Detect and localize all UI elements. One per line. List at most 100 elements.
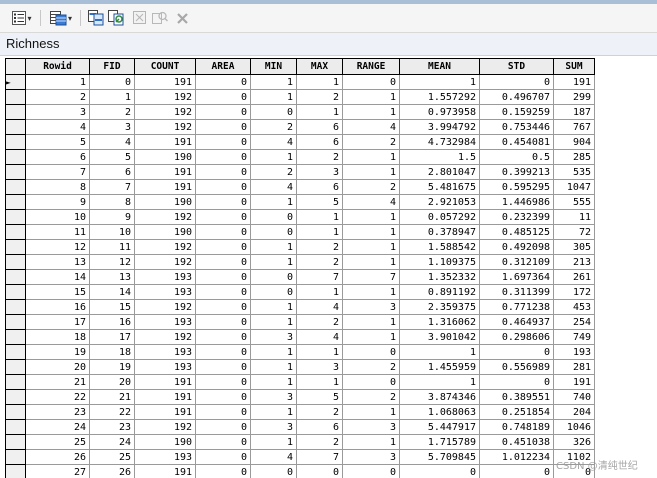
cell-sum[interactable]: 326 bbox=[553, 434, 595, 450]
cell-range[interactable]: 1 bbox=[342, 284, 400, 300]
cell-area[interactable]: 0 bbox=[195, 359, 251, 375]
cell-sum[interactable]: 213 bbox=[553, 254, 595, 270]
cell-rowid[interactable]: 9 bbox=[25, 194, 90, 210]
select-all-header[interactable] bbox=[5, 58, 26, 75]
cell-max[interactable]: 2 bbox=[296, 149, 343, 165]
cell-area[interactable]: 0 bbox=[195, 314, 251, 330]
table-row[interactable]: 5 4 191 0 4 6 2 4.732984 0.454081 904 bbox=[5, 134, 595, 150]
cell-max[interactable]: 4 bbox=[296, 329, 343, 345]
row-selector[interactable] bbox=[5, 374, 26, 390]
table-row[interactable]: 9 8 190 0 1 5 4 2.921053 1.446986 555 bbox=[5, 194, 595, 210]
attribute-table[interactable]: Rowid FID COUNT AREA MIN MAX RANGE MEAN STD SUM ►… bbox=[5, 58, 657, 478]
cell-fid[interactable]: 23 bbox=[89, 419, 135, 435]
row-selector[interactable] bbox=[5, 389, 26, 405]
cell-range[interactable]: 1 bbox=[342, 224, 400, 240]
row-selector[interactable] bbox=[5, 149, 26, 165]
cell-count[interactable]: 192 bbox=[134, 119, 196, 135]
cell-area[interactable]: 0 bbox=[195, 269, 251, 285]
cell-std[interactable]: 0.485125 bbox=[479, 224, 554, 240]
cell-max[interactable]: 3 bbox=[296, 164, 343, 180]
row-selector[interactable] bbox=[5, 239, 26, 255]
cell-min[interactable]: 3 bbox=[250, 419, 297, 435]
cell-std[interactable]: 0.159259 bbox=[479, 104, 554, 120]
cell-min[interactable]: 3 bbox=[250, 329, 297, 345]
cell-mean[interactable]: 1.715789 bbox=[399, 434, 480, 450]
cell-sum[interactable]: 453 bbox=[553, 299, 595, 315]
column-header-area[interactable]: AREA bbox=[195, 58, 251, 75]
cell-fid[interactable]: 11 bbox=[89, 239, 135, 255]
cell-min[interactable]: 0 bbox=[250, 209, 297, 225]
delete-selected-button[interactable] bbox=[174, 9, 190, 27]
cell-fid[interactable]: 25 bbox=[89, 449, 135, 465]
cell-mean[interactable]: 1.588542 bbox=[399, 239, 480, 255]
cell-std[interactable]: 0.771238 bbox=[479, 299, 554, 315]
cell-rowid[interactable]: 26 bbox=[25, 449, 90, 465]
cell-rowid[interactable]: 21 bbox=[25, 374, 90, 390]
cell-count[interactable]: 192 bbox=[134, 239, 196, 255]
table-row[interactable]: 6 5 190 0 1 2 1 1.5 0.5 285 bbox=[5, 149, 595, 165]
cell-range[interactable]: 0 bbox=[342, 464, 400, 478]
row-selector[interactable] bbox=[5, 194, 26, 210]
cell-fid[interactable]: 14 bbox=[89, 284, 135, 300]
cell-min[interactable]: 0 bbox=[250, 224, 297, 240]
cell-std[interactable]: 0.556989 bbox=[479, 359, 554, 375]
cell-fid[interactable]: 0 bbox=[89, 74, 135, 90]
table-row[interactable]: 21 20 191 0 1 1 0 1 0 191 bbox=[5, 374, 595, 390]
cell-mean[interactable]: 0.891192 bbox=[399, 284, 480, 300]
cell-count[interactable]: 190 bbox=[134, 149, 196, 165]
cell-sum[interactable]: 72 bbox=[553, 224, 595, 240]
cell-range[interactable]: 1 bbox=[342, 209, 400, 225]
cell-area[interactable]: 0 bbox=[195, 434, 251, 450]
cell-max[interactable]: 6 bbox=[296, 419, 343, 435]
cell-range[interactable]: 3 bbox=[342, 449, 400, 465]
cell-rowid[interactable]: 23 bbox=[25, 404, 90, 420]
table-row[interactable]: 27 26 191 0 0 0 0 0 0 0 bbox=[5, 464, 595, 478]
table-row[interactable]: 26 25 193 0 4 7 3 5.709845 1.012234 1102 bbox=[5, 449, 595, 465]
cell-count[interactable]: 192 bbox=[134, 419, 196, 435]
cell-sum[interactable]: 535 bbox=[553, 164, 595, 180]
cell-mean[interactable]: 1.557292 bbox=[399, 89, 480, 105]
cell-std[interactable]: 0.251854 bbox=[479, 404, 554, 420]
cell-count[interactable]: 191 bbox=[134, 134, 196, 150]
cell-min[interactable]: 1 bbox=[250, 89, 297, 105]
table-row[interactable]: 20 19 193 0 1 3 2 1.455959 0.556989 281 bbox=[5, 359, 595, 375]
cell-mean[interactable]: 1.068063 bbox=[399, 404, 480, 420]
cell-range[interactable]: 1 bbox=[342, 329, 400, 345]
cell-rowid[interactable]: 24 bbox=[25, 419, 90, 435]
table-row[interactable]: 22 21 191 0 3 5 2 3.874346 0.389551 740 bbox=[5, 389, 595, 405]
cell-mean[interactable]: 1.316062 bbox=[399, 314, 480, 330]
cell-std[interactable]: 0.492098 bbox=[479, 239, 554, 255]
cell-min[interactable]: 4 bbox=[250, 179, 297, 195]
cell-area[interactable]: 0 bbox=[195, 419, 251, 435]
cell-min[interactable]: 1 bbox=[250, 299, 297, 315]
column-header-std[interactable]: STD bbox=[479, 58, 554, 75]
cell-min[interactable]: 1 bbox=[250, 254, 297, 270]
cell-rowid[interactable]: 20 bbox=[25, 359, 90, 375]
cell-area[interactable]: 0 bbox=[195, 119, 251, 135]
cell-std[interactable]: 0.464937 bbox=[479, 314, 554, 330]
table-row[interactable]: 18 17 192 0 3 4 1 3.901042 0.298606 749 bbox=[5, 329, 595, 345]
cell-count[interactable]: 192 bbox=[134, 104, 196, 120]
cell-range[interactable]: 3 bbox=[342, 299, 400, 315]
cell-count[interactable]: 190 bbox=[134, 224, 196, 240]
cell-fid[interactable]: 6 bbox=[89, 164, 135, 180]
cell-min[interactable]: 4 bbox=[250, 134, 297, 150]
cell-area[interactable]: 0 bbox=[195, 284, 251, 300]
cell-max[interactable]: 5 bbox=[296, 389, 343, 405]
cell-std[interactable]: 0 bbox=[479, 344, 554, 360]
cell-range[interactable]: 2 bbox=[342, 179, 400, 195]
cell-count[interactable]: 191 bbox=[134, 179, 196, 195]
cell-max[interactable]: 1 bbox=[296, 224, 343, 240]
cell-count[interactable]: 190 bbox=[134, 434, 196, 450]
cell-min[interactable]: 1 bbox=[250, 434, 297, 450]
cell-std[interactable]: 0.753446 bbox=[479, 119, 554, 135]
cell-sum[interactable]: 11 bbox=[553, 209, 595, 225]
cell-sum[interactable]: 204 bbox=[553, 404, 595, 420]
cell-fid[interactable]: 10 bbox=[89, 224, 135, 240]
cell-fid[interactable]: 24 bbox=[89, 434, 135, 450]
cell-range[interactable]: 4 bbox=[342, 119, 400, 135]
cell-fid[interactable]: 26 bbox=[89, 464, 135, 478]
table-row[interactable]: 15 14 193 0 0 1 1 0.891192 0.311399 172 bbox=[5, 284, 595, 300]
cell-min[interactable]: 1 bbox=[250, 149, 297, 165]
cell-rowid[interactable]: 6 bbox=[25, 149, 90, 165]
